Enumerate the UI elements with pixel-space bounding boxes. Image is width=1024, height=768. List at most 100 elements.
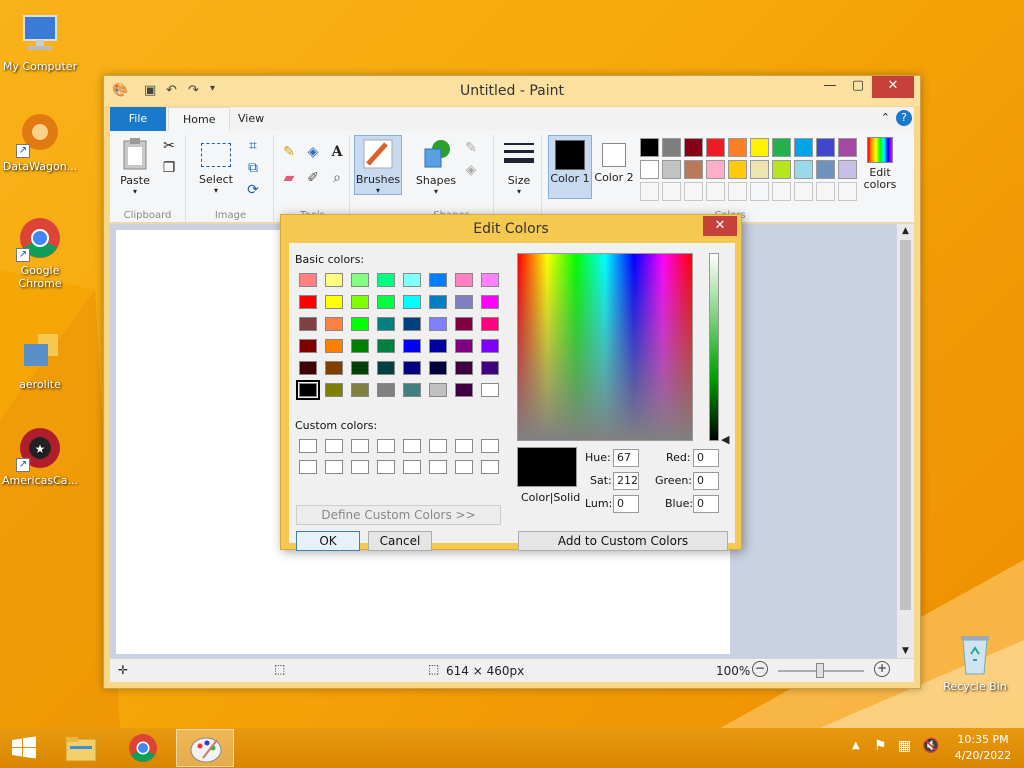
basic-color-swatch[interactable] xyxy=(377,295,395,309)
zoom-slider-thumb[interactable] xyxy=(816,663,824,678)
basic-color-swatch[interactable] xyxy=(325,339,343,353)
magnifier-icon[interactable]: ⌕ xyxy=(328,169,346,187)
edit-colors-button[interactable]: Edit colors xyxy=(856,135,904,191)
basic-color-swatch[interactable] xyxy=(351,273,369,287)
volume-muted-icon[interactable]: 🔇 xyxy=(922,738,939,754)
basic-color-swatch[interactable] xyxy=(455,273,473,287)
custom-color-swatch[interactable] xyxy=(325,460,343,474)
ok-button[interactable]: OK xyxy=(296,531,360,551)
scroll-thumb[interactable] xyxy=(900,240,911,610)
crop-icon[interactable]: ⌗ xyxy=(244,137,262,155)
clock[interactable]: 10:35 PM 4/20/2022 xyxy=(948,732,1018,764)
palette-swatch[interactable] xyxy=(772,138,791,157)
basic-color-swatch[interactable] xyxy=(325,273,343,287)
taskbar-paint[interactable] xyxy=(176,729,234,767)
palette-swatch[interactable] xyxy=(640,160,659,179)
add-to-custom-colors-button[interactable]: Add to Custom Colors xyxy=(518,531,728,551)
palette-swatch[interactable] xyxy=(728,138,747,157)
basic-color-swatch[interactable] xyxy=(325,361,343,375)
basic-color-swatch[interactable] xyxy=(403,361,421,375)
basic-color-swatch[interactable] xyxy=(351,339,369,353)
basic-color-swatch[interactable] xyxy=(351,361,369,375)
desktop-icon-google-chrome[interactable]: ↗ Google Chrome xyxy=(0,214,80,290)
dialog-close-button[interactable]: ✕ xyxy=(703,216,737,236)
shapes-button[interactable]: Shapes ▾ xyxy=(414,137,458,196)
basic-color-swatch[interactable] xyxy=(299,339,317,353)
palette-swatch[interactable] xyxy=(750,160,769,179)
fill-shape-icon[interactable]: ◈ xyxy=(462,161,480,179)
basic-color-swatch[interactable] xyxy=(351,295,369,309)
basic-color-swatch[interactable] xyxy=(429,317,447,331)
basic-color-swatch[interactable] xyxy=(455,295,473,309)
basic-color-swatch[interactable] xyxy=(455,339,473,353)
basic-color-swatch[interactable] xyxy=(403,339,421,353)
basic-color-swatch[interactable] xyxy=(296,380,320,400)
basic-color-swatch[interactable] xyxy=(403,317,421,331)
blue-field[interactable]: 0 xyxy=(693,495,719,513)
palette-swatch[interactable] xyxy=(640,138,659,157)
eraser-icon[interactable]: ▰ xyxy=(280,169,298,187)
basic-color-swatch[interactable] xyxy=(429,273,447,287)
palette-swatch[interactable] xyxy=(684,182,703,201)
basic-color-swatch[interactable] xyxy=(299,295,317,309)
basic-color-swatch[interactable] xyxy=(377,317,395,331)
basic-color-swatch[interactable] xyxy=(299,361,317,375)
basic-color-swatch[interactable] xyxy=(429,339,447,353)
palette-swatch[interactable] xyxy=(662,182,681,201)
custom-color-swatch[interactable] xyxy=(351,439,369,453)
green-field[interactable]: 0 xyxy=(693,472,719,490)
basic-color-swatch[interactable] xyxy=(299,273,317,287)
basic-color-swatch[interactable] xyxy=(403,273,421,287)
select-button[interactable]: Select ▾ xyxy=(194,143,238,195)
palette-swatch[interactable] xyxy=(662,138,681,157)
chevron-up-icon[interactable]: ⌃ xyxy=(881,111,890,124)
basic-color-swatch[interactable] xyxy=(351,383,369,397)
palette-swatch[interactable] xyxy=(640,182,659,201)
paste-button[interactable]: Paste ▾ xyxy=(114,137,156,196)
palette-swatch[interactable] xyxy=(684,160,703,179)
lum-field[interactable]: 0 xyxy=(613,495,639,513)
palette-swatch[interactable] xyxy=(706,138,725,157)
basic-color-swatch[interactable] xyxy=(325,317,343,331)
basic-color-swatch[interactable] xyxy=(481,295,499,309)
basic-color-swatch[interactable] xyxy=(429,361,447,375)
palette-swatch[interactable] xyxy=(728,182,747,201)
palette-swatch[interactable] xyxy=(728,160,747,179)
color2-button[interactable]: Color 2 xyxy=(594,135,634,199)
basic-color-swatch[interactable] xyxy=(377,361,395,375)
copy-icon[interactable]: ❐ xyxy=(160,159,178,177)
luminance-slider[interactable] xyxy=(709,253,719,441)
basic-color-swatch[interactable] xyxy=(299,317,317,331)
custom-color-swatch[interactable] xyxy=(429,439,447,453)
desktop-icon-datawagon[interactable]: ↗ DataWagon... xyxy=(0,110,80,173)
basic-color-swatch[interactable] xyxy=(481,317,499,331)
palette-swatch[interactable] xyxy=(794,138,813,157)
show-hidden-icons-icon[interactable]: ▲ xyxy=(852,740,860,751)
desktop-icon-recycle-bin[interactable]: Recycle Bin xyxy=(935,630,1015,693)
palette-swatch[interactable] xyxy=(750,138,769,157)
color1-button[interactable]: Color 1 xyxy=(548,135,592,199)
zoom-out-icon[interactable]: − xyxy=(752,661,768,677)
palette-swatch[interactable] xyxy=(816,160,835,179)
basic-color-swatch[interactable] xyxy=(481,339,499,353)
scroll-down-icon[interactable]: ▼ xyxy=(897,644,914,658)
scroll-up-icon[interactable]: ▲ xyxy=(897,224,914,238)
basic-color-swatch[interactable] xyxy=(377,339,395,353)
basic-color-swatch[interactable] xyxy=(455,317,473,331)
tab-home[interactable]: Home xyxy=(168,107,231,131)
sat-field[interactable]: 212 xyxy=(613,472,639,490)
minimize-button[interactable]: — xyxy=(816,76,844,98)
basic-color-swatch[interactable] xyxy=(403,383,421,397)
brushes-button[interactable]: Brushes ▾ xyxy=(354,135,402,195)
custom-color-swatch[interactable] xyxy=(481,460,499,474)
custom-color-swatch[interactable] xyxy=(429,460,447,474)
palette-swatch[interactable] xyxy=(772,160,791,179)
maximize-button[interactable]: ▢ xyxy=(844,76,872,98)
vertical-scrollbar[interactable]: ▲ ▼ xyxy=(897,224,914,658)
cut-icon[interactable]: ✂ xyxy=(160,137,178,155)
taskbar-chrome[interactable] xyxy=(114,729,172,767)
rotate-icon[interactable]: ⟳ xyxy=(244,181,262,199)
custom-color-swatch[interactable] xyxy=(481,439,499,453)
desktop-icon-aerolite[interactable]: aerolite xyxy=(0,328,80,391)
taskbar-file-explorer[interactable] xyxy=(52,729,110,767)
